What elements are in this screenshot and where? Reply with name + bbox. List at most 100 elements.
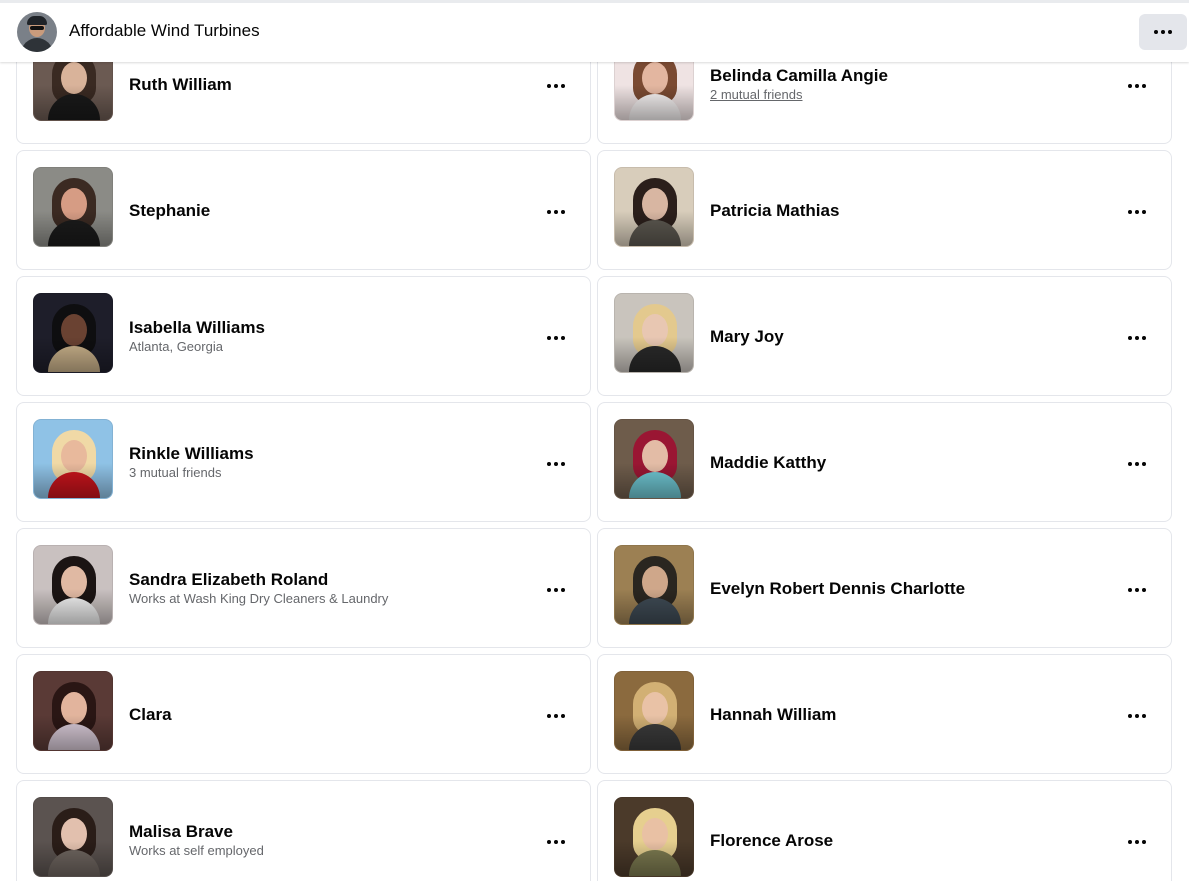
- more-dot-icon: [547, 714, 551, 718]
- profile-photo[interactable]: [614, 797, 694, 877]
- more-dot-icon: [1135, 336, 1139, 340]
- friend-more-options-button[interactable]: [542, 702, 570, 730]
- friend-info: Maddie Katthy: [710, 403, 826, 521]
- more-dot-icon: [1142, 336, 1146, 340]
- friend-name[interactable]: Rinkle Williams: [129, 443, 254, 464]
- more-dot-icon: [1135, 588, 1139, 592]
- more-dot-icon: [1128, 210, 1132, 214]
- more-dot-icon: [1135, 714, 1139, 718]
- more-dot-icon: [554, 714, 558, 718]
- friend-more-options-button[interactable]: [1123, 576, 1151, 604]
- friend-name[interactable]: Hannah William: [710, 704, 836, 725]
- profile-photo[interactable]: [33, 167, 113, 247]
- friend-more-options-button[interactable]: [1123, 324, 1151, 352]
- friend-card[interactable]: Florence Arose: [597, 780, 1172, 881]
- friend-more-options-button[interactable]: [542, 450, 570, 478]
- friend-info: Patricia Mathias: [710, 151, 839, 269]
- friend-subtitle: Atlanta, Georgia: [129, 339, 223, 354]
- profile-photo[interactable]: [614, 545, 694, 625]
- friend-info: Stephanie: [129, 151, 210, 269]
- more-dot-icon: [1128, 84, 1132, 88]
- friend-name[interactable]: Belinda Camilla Angie: [710, 65, 888, 86]
- more-dot-icon: [1142, 84, 1146, 88]
- friend-name[interactable]: Stephanie: [129, 200, 210, 221]
- more-dot-icon: [561, 714, 565, 718]
- more-dot-icon: [1142, 714, 1146, 718]
- friend-card[interactable]: Stephanie: [16, 150, 591, 270]
- friend-more-options-button[interactable]: [542, 324, 570, 352]
- more-dot-icon: [1142, 588, 1146, 592]
- profile-photo[interactable]: [33, 293, 113, 373]
- more-dot-icon: [1154, 30, 1158, 34]
- friend-card[interactable]: Patricia Mathias: [597, 150, 1172, 270]
- friend-more-options-button[interactable]: [1123, 72, 1151, 100]
- friend-info: Sandra Elizabeth Roland Works at Wash Kin…: [129, 529, 388, 647]
- mutual-friends-link[interactable]: 2 mutual friends: [710, 86, 888, 103]
- friend-more-options-button[interactable]: [1123, 198, 1151, 226]
- more-dot-icon: [1128, 840, 1132, 844]
- profile-photo[interactable]: [33, 419, 113, 499]
- friend-more-options-button[interactable]: [1123, 828, 1151, 856]
- friend-card[interactable]: Maddie Katthy: [597, 402, 1172, 522]
- profile-photo[interactable]: [614, 293, 694, 373]
- page-title[interactable]: Affordable Wind Turbines: [69, 21, 260, 41]
- friend-info: Isabella Williams Atlanta, Georgia: [129, 277, 265, 395]
- friend-info: Florence Arose: [710, 781, 833, 881]
- more-dot-icon: [1142, 462, 1146, 466]
- friend-name[interactable]: Florence Arose: [710, 830, 833, 851]
- header-more-options-button[interactable]: [1139, 14, 1187, 50]
- friend-name[interactable]: Evelyn Robert Dennis Charlotte: [710, 578, 965, 599]
- profile-photo[interactable]: [33, 671, 113, 751]
- more-dot-icon: [554, 84, 558, 88]
- friend-name[interactable]: Ruth William: [129, 74, 232, 95]
- friend-more-options-button[interactable]: [542, 576, 570, 604]
- friend-card[interactable]: Mary Joy: [597, 276, 1172, 396]
- page-avatar[interactable]: [17, 12, 57, 52]
- profile-photo[interactable]: [614, 671, 694, 751]
- more-dot-icon: [561, 588, 565, 592]
- friend-name[interactable]: Sandra Elizabeth Roland: [129, 569, 388, 590]
- more-dot-icon: [1135, 840, 1139, 844]
- more-dot-icon: [1168, 30, 1172, 34]
- more-dot-icon: [554, 336, 558, 340]
- more-dot-icon: [1135, 84, 1139, 88]
- friend-card[interactable]: Malisa Brave Works at self employed: [16, 780, 591, 881]
- profile-photo[interactable]: [33, 797, 113, 877]
- friend-name[interactable]: Maddie Katthy: [710, 452, 826, 473]
- friend-card[interactable]: Evelyn Robert Dennis Charlotte: [597, 528, 1172, 648]
- profile-photo[interactable]: [614, 419, 694, 499]
- more-dot-icon: [1142, 210, 1146, 214]
- more-dot-icon: [547, 462, 551, 466]
- friend-info: Rinkle Williams 3 mutual friends: [129, 403, 254, 521]
- friend-name[interactable]: Malisa Brave: [129, 821, 264, 842]
- friend-name[interactable]: Mary Joy: [710, 326, 784, 347]
- friend-info: Malisa Brave Works at self employed: [129, 781, 264, 881]
- more-dot-icon: [547, 336, 551, 340]
- friend-more-options-button[interactable]: [1123, 702, 1151, 730]
- friend-info: Mary Joy: [710, 277, 784, 395]
- friend-card[interactable]: Sandra Elizabeth Roland Works at Wash Kin…: [16, 528, 591, 648]
- more-dot-icon: [1142, 840, 1146, 844]
- friend-info: Clara: [129, 655, 172, 773]
- friend-card[interactable]: Clara: [16, 654, 591, 774]
- profile-photo[interactable]: [614, 167, 694, 247]
- friend-more-options-button[interactable]: [1123, 450, 1151, 478]
- friends-grid: Ruth William Belinda Camilla Angie 2 mutua…: [16, 24, 1172, 881]
- friend-name[interactable]: Isabella Williams: [129, 317, 265, 338]
- friend-card[interactable]: Hannah William: [597, 654, 1172, 774]
- friend-name[interactable]: Patricia Mathias: [710, 200, 839, 221]
- friend-more-options-button[interactable]: [542, 198, 570, 226]
- friend-subtitle: Works at self employed: [129, 843, 264, 858]
- profile-photo[interactable]: [33, 545, 113, 625]
- friend-card[interactable]: Rinkle Williams 3 mutual friends: [16, 402, 591, 522]
- more-dot-icon: [554, 210, 558, 214]
- friend-more-options-button[interactable]: [542, 828, 570, 856]
- friend-name[interactable]: Clara: [129, 704, 172, 725]
- more-dot-icon: [547, 210, 551, 214]
- page-header-bar: Affordable Wind Turbines: [0, 0, 1189, 62]
- more-dot-icon: [1135, 462, 1139, 466]
- friend-card[interactable]: Isabella Williams Atlanta, Georgia: [16, 276, 591, 396]
- more-dot-icon: [554, 840, 558, 844]
- friend-more-options-button[interactable]: [542, 72, 570, 100]
- more-dot-icon: [1128, 588, 1132, 592]
